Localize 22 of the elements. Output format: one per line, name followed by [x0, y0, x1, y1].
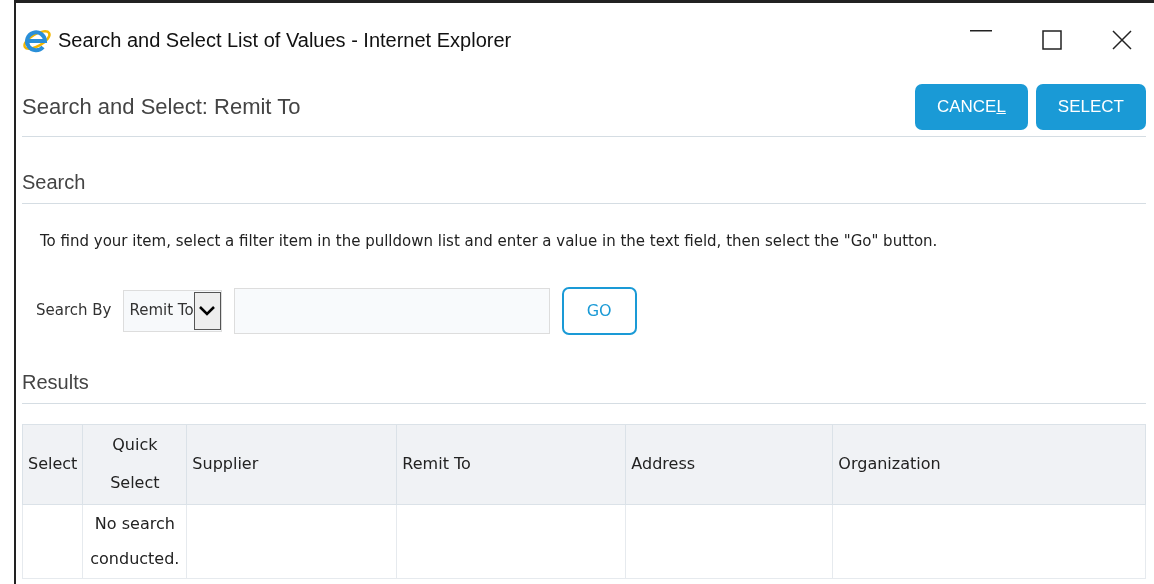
column-header: Select — [22, 424, 83, 504]
maximize-icon[interactable] — [1042, 30, 1062, 50]
column-header: Supplier — [186, 424, 397, 504]
close-icon[interactable] — [1112, 30, 1132, 50]
dialog-button[interactable]: CANCEL — [914, 83, 1028, 130]
column-header: Organization — [832, 424, 1146, 504]
go-button[interactable]: GO — [561, 286, 637, 335]
instructions-text: To find your item, select a filter item in the pulldown list and enter a value in the text field, then select the "Go" button. — [39, 231, 939, 252]
column-header: Quick Select — [82, 424, 187, 504]
search-by-label: Search By — [36, 300, 112, 322]
chevron-down-icon — [199, 305, 216, 316]
column-header: Remit To — [396, 424, 626, 504]
column-header: Address — [625, 424, 833, 504]
dialog-title: Search and Select: Remit To — [22, 93, 301, 121]
minimize-icon[interactable] — [970, 30, 992, 32]
section-heading: Results — [22, 334, 1146, 404]
table-cell: No search conducted. — [82, 504, 187, 578]
filter-dropdown[interactable]: Remit To — [123, 289, 222, 332]
window-title: Search and Select List of Values - Internet Explorer — [58, 28, 512, 53]
section-heading: Search — [22, 137, 1146, 204]
search-field[interactable] — [233, 287, 550, 334]
dialog-button[interactable]: SELECT — [1035, 83, 1146, 130]
